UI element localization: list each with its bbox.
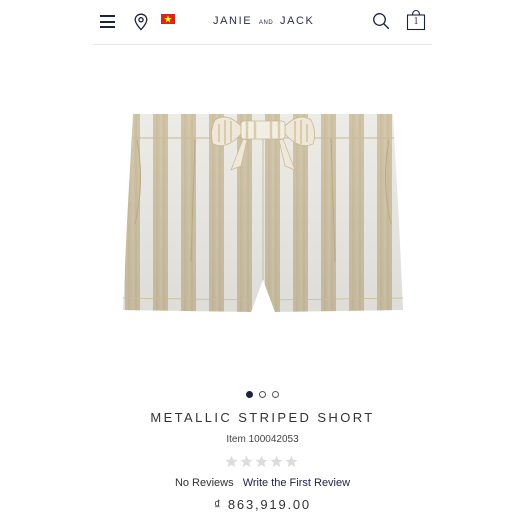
mobile-page: JANIE AND JACK 1 METALLIC STRIPED SHORT … (93, 0, 432, 524)
search-icon[interactable] (372, 12, 390, 30)
rating-stars[interactable] (225, 455, 301, 468)
star-icon (270, 455, 283, 468)
location-pin-icon[interactable] (133, 13, 149, 31)
carousel-dot-2[interactable] (259, 391, 266, 398)
item-number: Item 100042053 (226, 434, 299, 445)
brand-logo[interactable]: JANIE AND JACK (213, 15, 315, 27)
vietnam-flag-icon[interactable] (161, 14, 175, 24)
reviews-row: No Reviews Write the First Review (93, 477, 432, 489)
menu-icon[interactable] (100, 15, 115, 28)
write-first-review-link[interactable]: Write the First Review (243, 477, 350, 489)
carousel-dot-3[interactable] (272, 391, 279, 398)
bag-count: 1 (413, 16, 419, 27)
shopping-bag-button[interactable]: 1 (405, 9, 427, 31)
carousel-dot-1[interactable] (246, 391, 253, 398)
logo-word-janie: JANIE (213, 15, 253, 27)
product-price: ₫ 863,919.00 (214, 497, 311, 512)
star-icon (225, 455, 238, 468)
site-header: JANIE AND JACK 1 (93, 0, 432, 45)
product-image[interactable] (123, 112, 403, 317)
star-icon (285, 455, 298, 468)
star-icon (240, 455, 253, 468)
image-carousel-dots (246, 391, 282, 399)
product-title: METALLIC STRIPED SHORT (150, 410, 375, 425)
logo-word-and: AND (258, 20, 274, 26)
logo-word-jack: JACK (279, 15, 315, 27)
star-icon (255, 455, 268, 468)
no-reviews-label: No Reviews (174, 477, 234, 489)
